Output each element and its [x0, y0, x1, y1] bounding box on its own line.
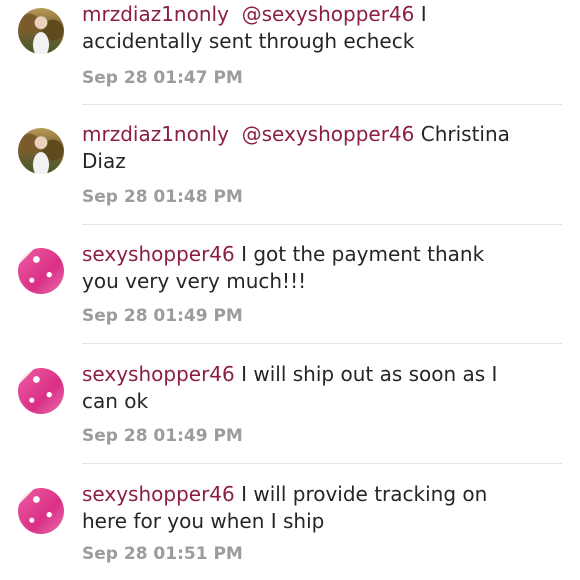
shopper-avatar[interactable] [18, 248, 64, 294]
username-link[interactable]: sexyshopper46 [82, 242, 235, 266]
divider [82, 104, 562, 105]
username-link[interactable]: sexyshopper46 [82, 362, 235, 386]
comment-text: mrzdiaz1nonly @sexyshopper46 Christina D… [82, 122, 510, 173]
comment-text: sexyshopper46 I got the payment thank yo… [82, 242, 485, 293]
divider [82, 224, 562, 225]
comment-timestamp: Sep 28 01:49 PM [82, 426, 243, 446]
user-avatar[interactable] [18, 128, 64, 174]
comment-timestamp: Sep 28 01:48 PM [82, 187, 243, 207]
divider [82, 463, 562, 464]
comment-text: sexyshopper46 I will provide tracking on… [82, 482, 488, 533]
shopper-avatar[interactable] [18, 368, 64, 414]
mention-link[interactable]: @sexyshopper46 [235, 2, 415, 26]
divider [82, 343, 562, 344]
shopper-avatar[interactable] [18, 488, 64, 534]
comment-timestamp: Sep 28 01:47 PM [82, 68, 243, 88]
username-link[interactable]: sexyshopper46 [82, 482, 235, 506]
mention-link[interactable]: @sexyshopper46 [235, 122, 415, 146]
user-avatar[interactable] [18, 8, 64, 54]
comment-text: mrzdiaz1nonly @sexyshopper46 I accidenta… [82, 2, 427, 53]
username-link[interactable]: mrzdiaz1nonly [82, 2, 229, 26]
comment-text: sexyshopper46 I will ship out as soon as… [82, 362, 498, 413]
username-link[interactable]: mrzdiaz1nonly [82, 122, 229, 146]
comment-timestamp: Sep 28 01:49 PM [82, 306, 243, 326]
comment-timestamp: Sep 28 01:51 PM [82, 544, 243, 564]
